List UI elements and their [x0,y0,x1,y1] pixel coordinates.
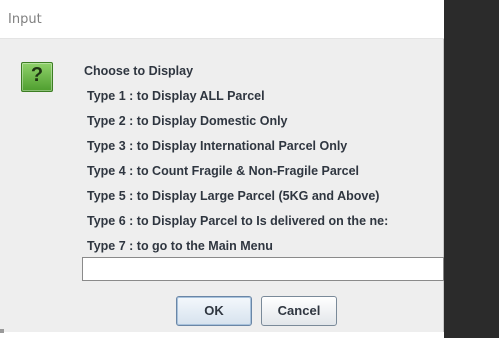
message-line: Type 2 : to Display Domestic Only [87,114,288,128]
dialog-title: Input [8,12,42,27]
message-line: Type 6 : to Display Parcel to Is deliver… [87,214,389,228]
screen: Input ? Choose to Display Type 1 : to Di… [0,0,499,338]
question-mark-glyph: ? [30,64,44,86]
background-strip [0,332,444,338]
resize-corner [0,329,4,333]
question-icon: ? [21,62,53,92]
message-line: Type 3 : to Display International Parcel… [87,139,348,153]
cancel-button[interactable]: Cancel [261,296,337,326]
message-area: Choose to Display Type 1 : to Display AL… [82,60,444,260]
message-line: Type 5 : to Display Large Parcel (5KG an… [87,189,380,203]
answer-input[interactable] [82,257,444,281]
message-line: Type 7 : to go to the Main Menu [87,239,273,253]
message-line: Type 4 : to Count Fragile & Non-Fragile … [87,164,360,178]
message-line: Choose to Display [84,64,194,78]
title-bar[interactable]: Input [0,0,444,39]
message-line: Type 1 : to Display ALL Parcel [87,89,265,103]
input-dialog: Input ? Choose to Display Type 1 : to Di… [0,0,444,332]
ok-button[interactable]: OK [176,296,252,326]
background-window [444,0,499,338]
